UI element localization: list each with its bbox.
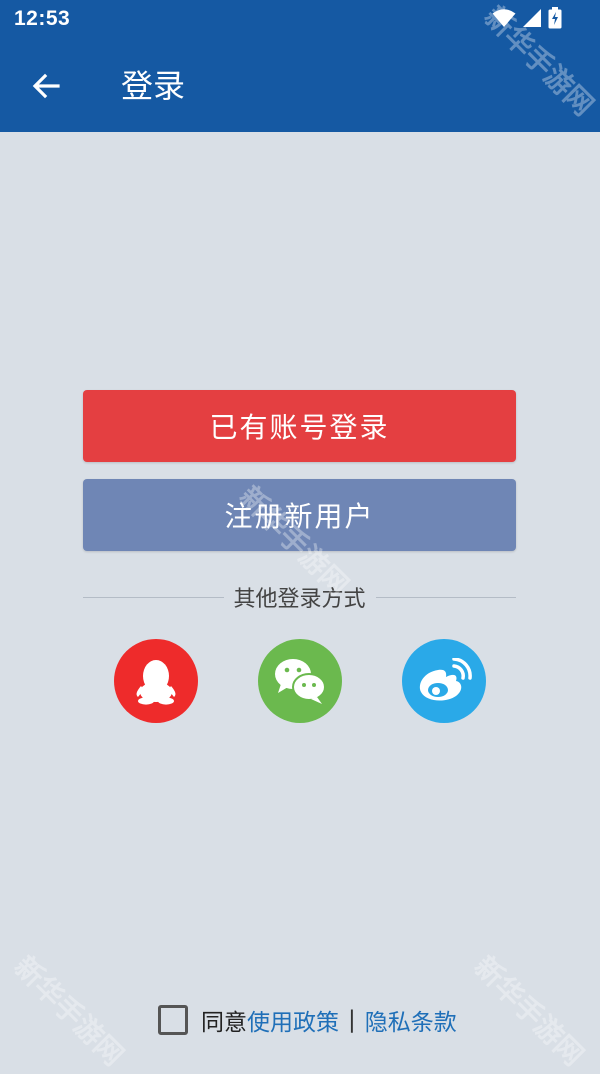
divider-line-right: [375, 596, 517, 598]
qq-login-button[interactable]: [114, 639, 198, 723]
agree-checkbox[interactable]: [158, 1005, 188, 1035]
other-login-divider: 其他登录方式: [83, 580, 517, 614]
wifi-icon: [492, 9, 516, 27]
divider-line-left: [83, 596, 224, 598]
usage-policy-link[interactable]: 使用政策: [247, 1003, 339, 1037]
status-icons: [492, 7, 562, 29]
agree-label: 同意: [201, 1010, 247, 1036]
signal-icon: [523, 9, 541, 27]
link-separator: |: [348, 1007, 356, 1033]
wechat-login-button[interactable]: [258, 639, 342, 723]
app-bar: 登录: [0, 40, 600, 132]
agreement-row: 同意 使用政策 | 隐私条款: [158, 1002, 457, 1038]
page-title: 登录: [121, 67, 186, 105]
weibo-login-button[interactable]: [402, 639, 486, 723]
back-button[interactable]: [20, 64, 72, 108]
qq-icon: [136, 660, 176, 705]
battery-icon: [548, 7, 562, 29]
watermark-bottom-right: 新华手游网: [467, 949, 591, 1073]
status-bar: 12:53: [0, 0, 600, 40]
other-login-label: 其他登录方式: [233, 587, 366, 612]
status-time: 12:53: [14, 7, 71, 30]
arrow-left-icon: [32, 73, 60, 99]
weibo-icon: [419, 658, 472, 701]
account-login-button[interactable]: 已有账号登录: [83, 390, 516, 462]
wechat-icon: [275, 659, 326, 704]
watermark-bottom-left: 新华手游网: [7, 949, 131, 1073]
register-button[interactable]: 注册新用户: [83, 479, 516, 551]
privacy-terms-link[interactable]: 隐私条款: [365, 1003, 457, 1037]
